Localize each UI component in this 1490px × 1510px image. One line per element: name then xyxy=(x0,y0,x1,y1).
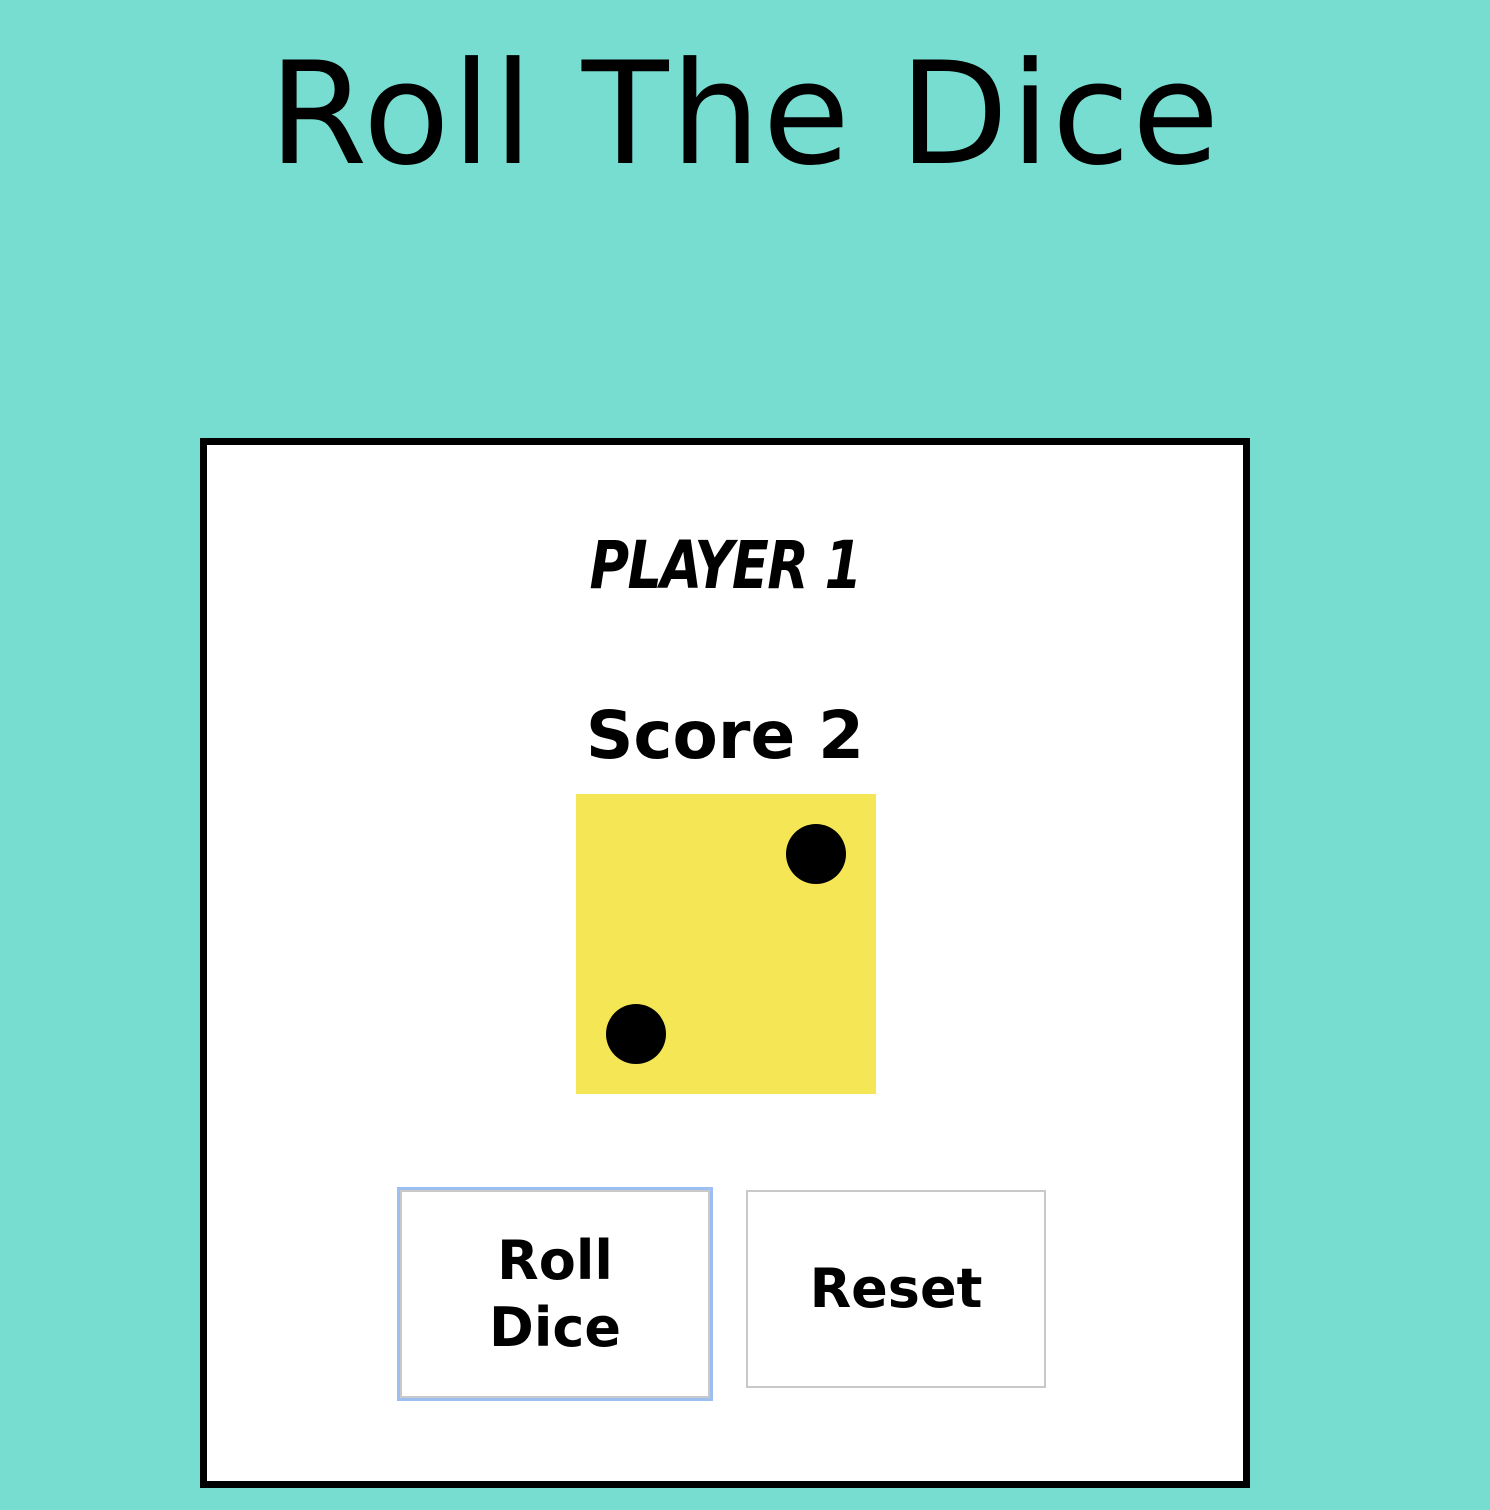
die-face xyxy=(576,794,876,1094)
roll-dice-button[interactable]: Roll Dice xyxy=(397,1187,713,1401)
die-pip xyxy=(786,824,846,884)
player-label: PLAYER 1 xyxy=(589,527,862,604)
die-pip xyxy=(606,1004,666,1064)
reset-button[interactable]: Reset xyxy=(746,1190,1046,1388)
score-label: Score 2 xyxy=(585,697,865,774)
page-title: Roll The Dice xyxy=(268,32,1222,197)
player-card: PLAYER 1 Score 2 Roll Dice Reset xyxy=(200,438,1250,1488)
